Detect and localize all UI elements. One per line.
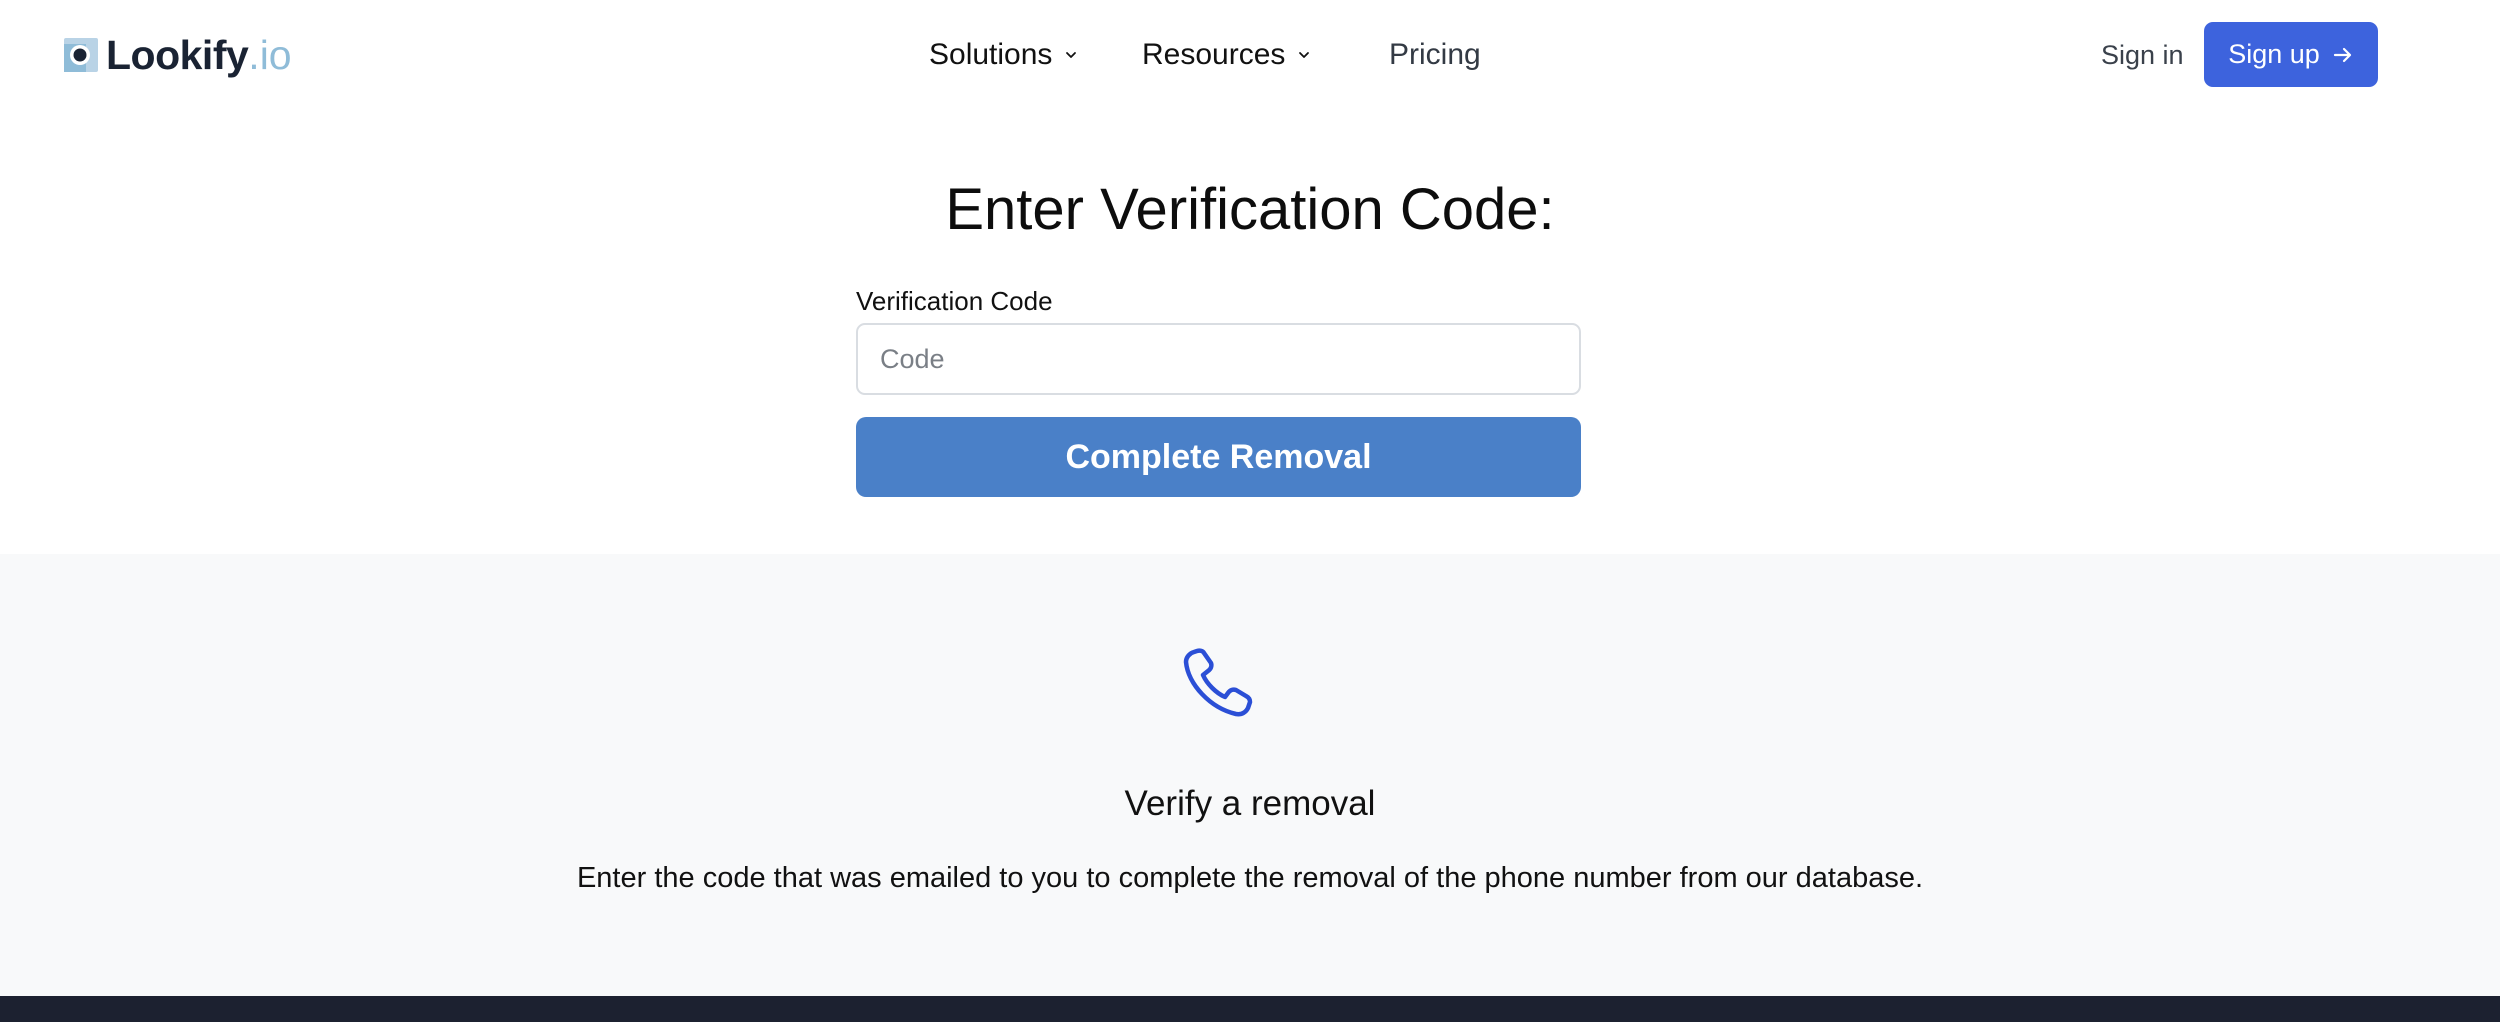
sign-in-link[interactable]: Sign in bbox=[2101, 30, 2184, 80]
chevron-down-icon bbox=[1066, 52, 1077, 58]
verification-form-section: Enter Verification Code: Verification Co… bbox=[0, 110, 2500, 554]
phone-icon bbox=[1183, 648, 1253, 717]
verification-code-label: Verification Code bbox=[856, 286, 1053, 316]
info-description: Enter the code that was emailed to you t… bbox=[576, 862, 1924, 894]
site-header: Lookify .io Solutions Resources Pricing S… bbox=[0, 0, 2500, 110]
page-title: Enter Verification Code: bbox=[945, 177, 1555, 242]
nav-resources-label: Resources bbox=[1142, 38, 1286, 71]
nav-pricing-label: Pricing bbox=[1389, 38, 1481, 71]
sign-up-label: Sign up bbox=[2228, 39, 2320, 69]
nav-resources[interactable]: Resources bbox=[1142, 30, 1311, 80]
site-footer bbox=[0, 996, 2500, 1022]
info-section: Verify a removal Enter the code that was… bbox=[0, 554, 2500, 996]
nav-solutions[interactable]: Solutions bbox=[929, 30, 1078, 80]
chevron-down-icon bbox=[1299, 52, 1310, 58]
nav-solutions-label: Solutions bbox=[929, 38, 1053, 71]
complete-removal-button[interactable]: Complete Removal bbox=[856, 417, 1581, 497]
nav-pricing[interactable]: Pricing bbox=[1389, 30, 1481, 80]
sign-up-button[interactable]: Sign up bbox=[2204, 22, 2378, 87]
info-title: Verify a removal bbox=[1124, 784, 1376, 823]
arrow-right-icon bbox=[2333, 47, 2351, 62]
verification-code-input[interactable] bbox=[856, 323, 1581, 395]
